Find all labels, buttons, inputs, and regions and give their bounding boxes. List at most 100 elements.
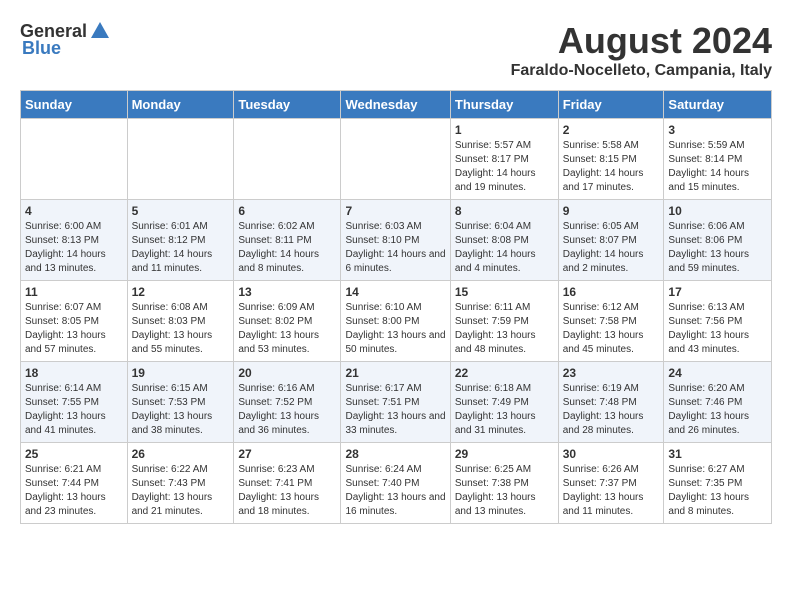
day-number: 9: [563, 204, 660, 218]
calendar-cell: 17 Sunrise: 6:13 AM Sunset: 7:56 PM Dayli…: [664, 281, 772, 362]
day-number: 3: [668, 123, 767, 137]
day-info: Sunrise: 6:01 AM Sunset: 8:12 PM Dayligh…: [132, 220, 230, 276]
day-info: Sunrise: 6:18 AM Sunset: 7:49 PM Dayligh…: [455, 382, 554, 438]
calendar-cell: 10Sunrise: 6:06 AM Sunset: 8:06 PM Dayli…: [664, 200, 772, 281]
day-info: Sunrise: 6:24 AM Sunset: 7:40 PM Dayligh…: [345, 463, 445, 519]
day-number: 12: [132, 285, 230, 299]
day-number: 17: [668, 285, 767, 299]
calendar-cell: 28 Sunrise: 6:24 AM Sunset: 7:40 PM Dayli…: [341, 443, 450, 524]
day-number: 19: [132, 366, 230, 380]
day-number: 21: [345, 366, 445, 380]
calendar-table: SundayMondayTuesdayWednesdayThursdayFrid…: [20, 90, 772, 524]
logo: General Blue: [20, 20, 111, 59]
calendar-cell: 5 Sunrise: 6:01 AM Sunset: 8:12 PM Daylig…: [127, 200, 234, 281]
calendar-cell: 22Sunrise: 6:18 AM Sunset: 7:49 PM Dayli…: [450, 362, 558, 443]
calendar-cell: [234, 119, 341, 200]
day-info: Sunrise: 6:25 AM Sunset: 7:38 PM Dayligh…: [455, 463, 554, 519]
day-info: Sunrise: 6:11 AM Sunset: 7:59 PM Dayligh…: [455, 301, 554, 357]
day-info: Sunrise: 6:02 AM Sunset: 8:11 PM Dayligh…: [238, 220, 336, 276]
day-info: Sunrise: 6:08 AM Sunset: 8:03 PM Dayligh…: [132, 301, 230, 357]
day-header-thursday: Thursday: [450, 91, 558, 119]
day-header-tuesday: Tuesday: [234, 91, 341, 119]
day-number: 16: [563, 285, 660, 299]
day-info: Sunrise: 6:16 AM Sunset: 7:52 PM Dayligh…: [238, 382, 336, 438]
day-info: Sunrise: 6:06 AM Sunset: 8:06 PM Dayligh…: [668, 220, 767, 276]
day-info: Sunrise: 6:13 AM Sunset: 7:56 PM Dayligh…: [668, 301, 767, 357]
calendar-cell: 31Sunrise: 6:27 AM Sunset: 7:35 PM Dayli…: [664, 443, 772, 524]
day-number: 18: [25, 366, 123, 380]
day-info: Sunrise: 6:10 AM Sunset: 8:00 PM Dayligh…: [345, 301, 445, 357]
day-info: Sunrise: 6:23 AM Sunset: 7:41 PM Dayligh…: [238, 463, 336, 519]
day-info: Sunrise: 6:15 AM Sunset: 7:53 PM Dayligh…: [132, 382, 230, 438]
day-header-saturday: Saturday: [664, 91, 772, 119]
day-info: Sunrise: 6:19 AM Sunset: 7:48 PM Dayligh…: [563, 382, 660, 438]
day-number: 7: [345, 204, 445, 218]
day-info: Sunrise: 5:58 AM Sunset: 8:15 PM Dayligh…: [563, 139, 660, 195]
calendar-cell: 12 Sunrise: 6:08 AM Sunset: 8:03 PM Dayli…: [127, 281, 234, 362]
logo-icon: [89, 20, 111, 42]
day-number: 15: [455, 285, 554, 299]
calendar-cell: 18 Sunrise: 6:14 AM Sunset: 7:55 PM Dayli…: [21, 362, 128, 443]
month-year: August 2024: [511, 20, 772, 62]
calendar-cell: 2Sunrise: 5:58 AM Sunset: 8:15 PM Daylig…: [558, 119, 664, 200]
day-number: 29: [455, 447, 554, 461]
calendar-cell: 11 Sunrise: 6:07 AM Sunset: 8:05 PM Dayli…: [21, 281, 128, 362]
title-section: August 2024 Faraldo-Nocelleto, Campania,…: [511, 20, 772, 80]
calendar-cell: 16 Sunrise: 6:12 AM Sunset: 7:58 PM Dayli…: [558, 281, 664, 362]
day-number: 28: [345, 447, 445, 461]
calendar-cell: [341, 119, 450, 200]
day-header-friday: Friday: [558, 91, 664, 119]
day-number: 27: [238, 447, 336, 461]
day-info: Sunrise: 5:57 AM Sunset: 8:17 PM Dayligh…: [455, 139, 554, 195]
day-info: Sunrise: 6:12 AM Sunset: 7:58 PM Dayligh…: [563, 301, 660, 357]
day-info: Sunrise: 6:05 AM Sunset: 8:07 PM Dayligh…: [563, 220, 660, 276]
calendar-week-3: 11 Sunrise: 6:07 AM Sunset: 8:05 PM Dayli…: [21, 281, 772, 362]
location: Faraldo-Nocelleto, Campania, Italy: [511, 62, 772, 80]
day-number: 6: [238, 204, 336, 218]
calendar-cell: 1 Sunrise: 5:57 AM Sunset: 8:17 PM Daylig…: [450, 119, 558, 200]
calendar-cell: 9 Sunrise: 6:05 AM Sunset: 8:07 PM Daylig…: [558, 200, 664, 281]
calendar-cell: [21, 119, 128, 200]
day-info: Sunrise: 6:04 AM Sunset: 8:08 PM Dayligh…: [455, 220, 554, 276]
day-info: Sunrise: 6:22 AM Sunset: 7:43 PM Dayligh…: [132, 463, 230, 519]
day-number: 26: [132, 447, 230, 461]
day-info: Sunrise: 6:00 AM Sunset: 8:13 PM Dayligh…: [25, 220, 123, 276]
day-info: Sunrise: 6:21 AM Sunset: 7:44 PM Dayligh…: [25, 463, 123, 519]
calendar-cell: 19 Sunrise: 6:15 AM Sunset: 7:53 PM Dayli…: [127, 362, 234, 443]
day-number: 4: [25, 204, 123, 218]
calendar-cell: 4 Sunrise: 6:00 AM Sunset: 8:13 PM Daylig…: [21, 200, 128, 281]
calendar-cell: 3 Sunrise: 5:59 AM Sunset: 8:14 PM Daylig…: [664, 119, 772, 200]
logo-blue: Blue: [22, 38, 61, 59]
day-number: 13: [238, 285, 336, 299]
calendar-week-4: 18 Sunrise: 6:14 AM Sunset: 7:55 PM Dayli…: [21, 362, 772, 443]
calendar-week-2: 4 Sunrise: 6:00 AM Sunset: 8:13 PM Daylig…: [21, 200, 772, 281]
day-number: 14: [345, 285, 445, 299]
calendar-body: 1 Sunrise: 5:57 AM Sunset: 8:17 PM Daylig…: [21, 119, 772, 524]
calendar-cell: 21 Sunrise: 6:17 AM Sunset: 7:51 PM Dayli…: [341, 362, 450, 443]
calendar-cell: 25Sunrise: 6:21 AM Sunset: 7:44 PM Dayli…: [21, 443, 128, 524]
day-info: Sunrise: 6:09 AM Sunset: 8:02 PM Dayligh…: [238, 301, 336, 357]
day-number: 23: [563, 366, 660, 380]
calendar-cell: 24Sunrise: 6:20 AM Sunset: 7:46 PM Dayli…: [664, 362, 772, 443]
calendar-cell: 26 Sunrise: 6:22 AM Sunset: 7:43 PM Dayli…: [127, 443, 234, 524]
calendar-cell: 13 Sunrise: 6:09 AM Sunset: 8:02 PM Dayli…: [234, 281, 341, 362]
day-info: Sunrise: 6:14 AM Sunset: 7:55 PM Dayligh…: [25, 382, 123, 438]
day-number: 5: [132, 204, 230, 218]
calendar-week-5: 25Sunrise: 6:21 AM Sunset: 7:44 PM Dayli…: [21, 443, 772, 524]
day-header-sunday: Sunday: [21, 91, 128, 119]
day-info: Sunrise: 6:07 AM Sunset: 8:05 PM Dayligh…: [25, 301, 123, 357]
days-header-row: SundayMondayTuesdayWednesdayThursdayFrid…: [21, 91, 772, 119]
day-info: Sunrise: 6:17 AM Sunset: 7:51 PM Dayligh…: [345, 382, 445, 438]
day-info: Sunrise: 6:26 AM Sunset: 7:37 PM Dayligh…: [563, 463, 660, 519]
day-info: Sunrise: 6:03 AM Sunset: 8:10 PM Dayligh…: [345, 220, 445, 276]
day-number: 1: [455, 123, 554, 137]
calendar-cell: 29 Sunrise: 6:25 AM Sunset: 7:38 PM Dayli…: [450, 443, 558, 524]
calendar-cell: 7 Sunrise: 6:03 AM Sunset: 8:10 PM Daylig…: [341, 200, 450, 281]
day-number: 11: [25, 285, 123, 299]
day-number: 20: [238, 366, 336, 380]
day-info: Sunrise: 5:59 AM Sunset: 8:14 PM Dayligh…: [668, 139, 767, 195]
calendar-cell: [127, 119, 234, 200]
day-header-wednesday: Wednesday: [341, 91, 450, 119]
day-header-monday: Monday: [127, 91, 234, 119]
day-number: 30: [563, 447, 660, 461]
